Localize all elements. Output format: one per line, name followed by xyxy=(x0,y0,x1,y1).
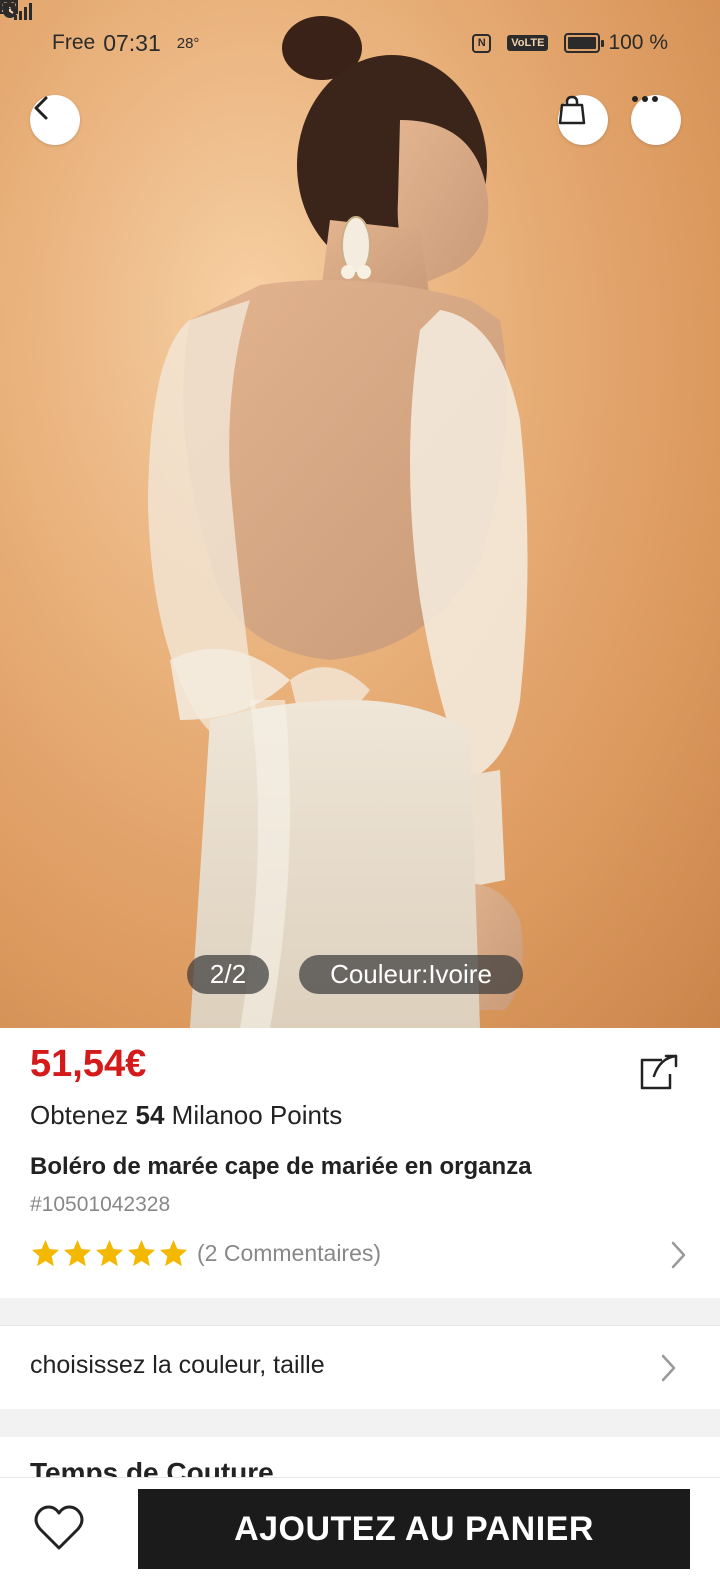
share-icon xyxy=(636,1054,682,1098)
reviews-row[interactable]: (2 Commentaires) xyxy=(30,1233,690,1273)
points-suffix: Milanoo Points xyxy=(164,1100,343,1130)
share-button[interactable] xyxy=(636,1048,682,1094)
star-icon xyxy=(31,1239,60,1266)
add-to-cart-button[interactable]: AJOUTEZ AU PANIER xyxy=(138,1489,690,1569)
color-label-pill[interactable]: Couleur:Ivoire xyxy=(299,955,523,994)
volte-icon: VoLTE xyxy=(507,35,549,51)
clock: 07:31 xyxy=(103,29,161,56)
star-icon xyxy=(127,1239,156,1266)
heart-outline-icon xyxy=(33,1505,85,1556)
status-bar: Free 07:31 28° N VoLTE 4G 100 % xyxy=(0,0,720,86)
section-divider xyxy=(0,1298,720,1325)
star-icon xyxy=(63,1239,92,1266)
wishlist-button[interactable] xyxy=(33,1504,85,1552)
product-price: 51,54€ xyxy=(30,1043,147,1085)
points-value: 54 xyxy=(135,1100,165,1130)
status-right: N VoLTE 4G 100 % xyxy=(0,1,668,55)
svg-text:4G: 4G xyxy=(0,1,12,11)
bottom-action-bar: AJOUTEZ AU PANIER xyxy=(0,1477,720,1591)
more-options-button[interactable] xyxy=(631,95,681,145)
temperature: 28° xyxy=(176,34,200,52)
status-left: Free 07:31 28° xyxy=(0,0,207,57)
image-counter: 2/2 xyxy=(187,955,269,994)
product-title: Boléro de marée cape de mariée en organz… xyxy=(30,1153,532,1180)
loyalty-points: Obtenez 54 Milanoo Points xyxy=(30,1100,342,1131)
product-info: 51,54€ Obtenez 54 Milanoo Points Boléro … xyxy=(0,1028,720,1298)
section-title: Temps de Couture xyxy=(30,1457,274,1477)
star-icon xyxy=(159,1239,188,1266)
section-divider xyxy=(0,1409,720,1437)
product-sku: #10501042328 xyxy=(30,1193,171,1216)
select-options-row[interactable]: choisissez la couleur, taille xyxy=(0,1325,720,1409)
nfc-icon: N xyxy=(472,33,492,53)
battery-icon xyxy=(564,33,605,53)
star-icon xyxy=(95,1239,124,1266)
product-photo-illustration xyxy=(0,0,720,1028)
chevron-right-icon xyxy=(666,1239,690,1271)
carrier-label: Free xyxy=(52,31,96,54)
sewing-time-section: Temps de Couture xyxy=(0,1437,720,1477)
points-prefix: Obtenez xyxy=(30,1100,136,1130)
shopping-bag-button[interactable] xyxy=(558,95,608,145)
chevron-right-icon xyxy=(656,1352,680,1384)
battery-percent: 100 % xyxy=(608,31,668,54)
star-rating xyxy=(30,1238,189,1269)
review-count: (2 Commentaires) xyxy=(197,1239,382,1266)
product-image[interactable]: Free 07:31 28° N VoLTE 4G 100 % 2/2 Coul… xyxy=(0,0,720,1028)
select-options-label: choisissez la couleur, taille xyxy=(30,1351,325,1379)
back-button[interactable] xyxy=(30,95,80,145)
